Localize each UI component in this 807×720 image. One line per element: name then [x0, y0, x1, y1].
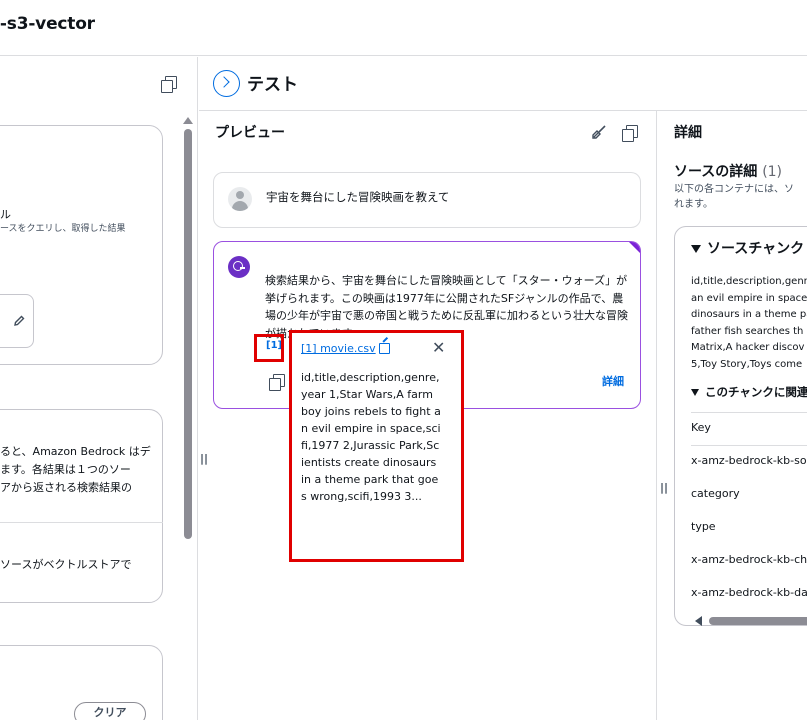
chunk-line: dinosaurs in a theme pa [691, 309, 807, 320]
table-row: x-amz-bedrock-kb-sou [691, 454, 807, 467]
left-panel: ル ースをクエリし、取得した結果 ると、Amazon Bedrock はデ ます… [0, 57, 198, 720]
preview-title: プレビュー [215, 125, 285, 141]
top-bar: t-s3-vector [0, 0, 807, 56]
chunk-title-text: ソースチャンク [707, 241, 805, 257]
details-panel: 詳細 ソースの詳細 (1) 以下の各コンテナには、ソ れます。 ソースチャンク … [658, 111, 807, 720]
table-row: x-amz-bedrock-kb-chu [691, 553, 807, 566]
pencil-icon [14, 315, 25, 326]
drag-handle-icon[interactable]: || [200, 452, 208, 465]
app-title: t-s3-vector [0, 14, 95, 34]
table-row: type [691, 520, 716, 533]
scroll-up-icon[interactable] [183, 117, 193, 124]
source-details-title: ソースの詳細 (1) [674, 161, 782, 181]
edit-button[interactable] [0, 294, 34, 348]
copy-icon[interactable] [161, 76, 177, 93]
table-row: x-amz-bedrock-kb-dat [691, 586, 807, 599]
chunk-content: id,title,description,genre an evil empir… [691, 274, 807, 373]
test-title: テスト [247, 75, 298, 95]
ai-avatar-icon [228, 256, 250, 278]
ai-corner-marker [628, 242, 640, 254]
left-info-line1: ると、Amazon Bedrock はデ [0, 445, 151, 458]
brush-icon[interactable] [591, 124, 607, 140]
chunk-line: Matrix,A hacker discov [691, 342, 805, 353]
details-link[interactable]: 詳細 [602, 373, 624, 389]
clear-button[interactable]: クリア [74, 702, 146, 720]
chunk-line: 5,Toy Story,Toys come [691, 358, 803, 370]
metadata-title[interactable]: このチャンクに関連 [691, 384, 807, 400]
table-header-key: Key [691, 421, 711, 434]
source-desc-line2: れます。 [674, 199, 713, 210]
source-desc-line1: 以下の各コンテナには、ソ [674, 184, 794, 195]
user-message-text: 宇宙を舞台にした冒険映画を教えて [266, 190, 450, 204]
chunk-line: father fish searches th [691, 325, 804, 337]
caret-down-icon [691, 389, 699, 396]
chunk-line: id,title,description,genre [691, 276, 807, 287]
divider [0, 522, 163, 523]
scroll-thumb[interactable] [184, 129, 192, 539]
horizontal-scroll-thumb[interactable] [709, 617, 807, 625]
user-message: 宇宙を舞台にした冒険映画を教えて [213, 172, 641, 228]
copy-icon[interactable] [622, 125, 638, 142]
chunk-title[interactable]: ソースチャンク [691, 238, 804, 258]
table-divider [691, 412, 807, 413]
left-info-line2: ます。各結果は１つのソー [0, 463, 131, 476]
source-description: 以下の各コンテナには、ソ れます。 [674, 182, 794, 212]
left-info-line3: アから返される検索結果の [0, 481, 132, 494]
chevron-right-icon[interactable] [213, 70, 240, 97]
source-count: (1) [762, 164, 783, 180]
left-info-line4: ソースがベクトルストアで [0, 558, 132, 571]
left-card-desc: ースをクエリし、取得した結果 [0, 224, 126, 234]
caret-down-icon [691, 245, 701, 253]
highlight-citation [254, 334, 284, 362]
scroll-left-icon[interactable] [695, 616, 702, 626]
chunk-line: an evil empire in space [691, 292, 807, 304]
left-scrollbar[interactable] [183, 57, 193, 720]
table-divider [691, 445, 807, 446]
user-avatar [228, 187, 252, 211]
source-chunk-card: ソースチャンク id,title,description,genre an ev… [674, 226, 807, 626]
table-row: category [691, 487, 740, 500]
source-title-text: ソースの詳細 [674, 164, 758, 180]
copy-icon[interactable] [269, 374, 285, 391]
highlight-popover [289, 330, 464, 562]
test-header: テスト [199, 57, 807, 111]
metadata-title-text: このチャンクに関連 [705, 385, 807, 399]
details-title: 詳細 [674, 125, 702, 141]
